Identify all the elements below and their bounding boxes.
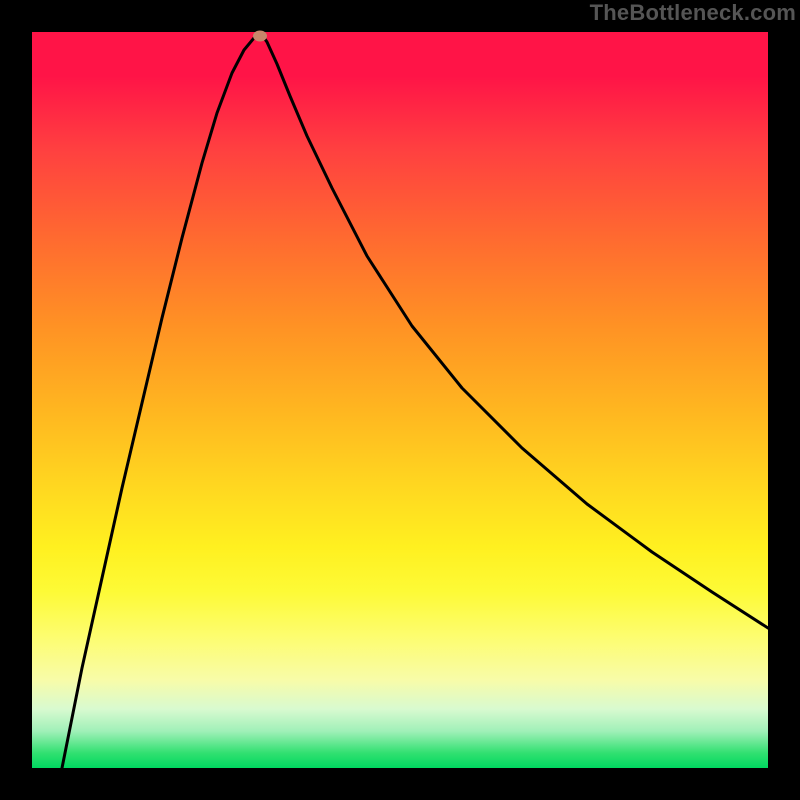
chart-frame: TheBottleneck.com (0, 0, 800, 800)
plot-area (32, 32, 768, 768)
watermark-text: TheBottleneck.com (590, 0, 796, 26)
optimum-marker (253, 31, 267, 42)
